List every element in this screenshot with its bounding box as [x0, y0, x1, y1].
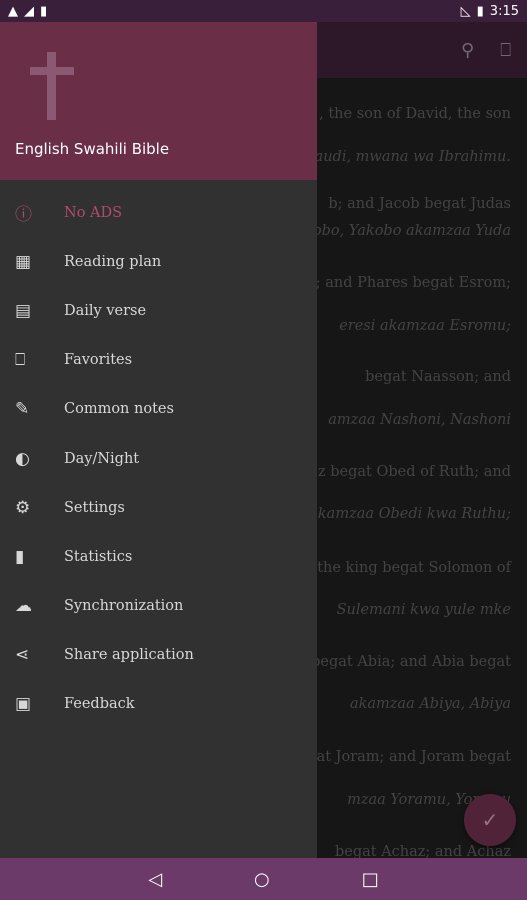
drawer-item-label: No ADS — [64, 204, 123, 221]
drawer-item-no-ads[interactable]: ⓘ No ADS — [0, 188, 317, 237]
status-right: ◺ ▮ 3:15 — [461, 4, 519, 19]
drawer-title: English Swahili Bible — [15, 140, 170, 158]
no-sim-icon: ◢ — [24, 3, 34, 19]
drawer-item-label: Share application — [64, 647, 194, 664]
battery-icon: ▮ — [476, 3, 484, 19]
navigation-drawer: English Swahili Bible ⓘ No ADS ▦ Reading pl… — [0, 22, 317, 858]
drawer-scrim[interactable] — [317, 22, 527, 858]
drawer-item-label: Statistics — [64, 548, 133, 565]
drawer-item-day-night[interactable]: ◐ Day/Night — [0, 434, 317, 483]
drawer-item-label: Favorites — [64, 352, 133, 369]
gear-icon: ⚙ — [15, 497, 31, 518]
status-time: 3:15 — [489, 3, 519, 19]
drawer-item-common-notes[interactable]: ✎ Common notes — [0, 385, 317, 434]
drawer-item-reading-plan[interactable]: ▦ Reading plan — [0, 237, 317, 286]
system-nav-bar: ◁ ○ □ — [0, 858, 527, 900]
drawer-item-feedback[interactable]: ▣ Feedback — [0, 680, 317, 729]
status-bar: ▲ ◢ ▮ ◺ ▮ 3:15 — [0, 0, 527, 22]
drawer-item-label: Synchronization — [64, 598, 184, 615]
drawer-item-label: Daily verse — [64, 302, 147, 319]
share-icon: ⋖ — [15, 645, 30, 666]
bar-chart-icon: ▮ — [15, 546, 25, 567]
edit-icon: ✎ — [15, 399, 30, 420]
feedback-icon: ▣ — [15, 694, 32, 715]
status-left-icons: ▲ ◢ ▮ — [8, 4, 47, 19]
drawer-item-label: Feedback — [64, 696, 135, 713]
sd-card-icon: ▮ — [40, 3, 48, 19]
drawer-menu: ⓘ No ADS ▦ Reading plan ▤ Daily verse ⎕ Favorit… — [0, 180, 317, 729]
drawer-item-share-application[interactable]: ⋖ Share application — [0, 631, 317, 680]
info-icon: ⓘ — [15, 205, 32, 226]
cloud-upload-icon: ☁ — [15, 596, 32, 617]
drawer-item-label: Settings — [64, 499, 125, 516]
drawer-item-label: Reading plan — [64, 253, 162, 270]
drawer-item-synchronization[interactable]: ☁ Synchronization — [0, 582, 317, 631]
home-icon[interactable]: ○ — [254, 869, 270, 890]
warning-icon: ▲ — [8, 3, 18, 19]
drawer-header: English Swahili Bible — [0, 22, 317, 180]
news-icon: ▤ — [15, 300, 32, 321]
bookmark-icon: ⎕ — [15, 350, 26, 371]
signal-icon: ◺ — [460, 3, 471, 19]
drawer-item-daily-verse[interactable]: ▤ Daily verse — [0, 286, 317, 335]
cross-icon — [30, 52, 74, 120]
drawer-item-label: Common notes — [64, 401, 174, 418]
brightness-icon: ◐ — [15, 448, 30, 469]
calendar-icon: ▦ — [15, 251, 32, 272]
drawer-item-favorites[interactable]: ⎕ Favorites — [0, 336, 317, 385]
recents-icon[interactable]: □ — [362, 869, 379, 890]
drawer-item-label: Day/Night — [64, 450, 140, 467]
drawer-item-settings[interactable]: ⚙ Settings — [0, 483, 317, 532]
back-icon[interactable]: ◁ — [148, 869, 162, 890]
drawer-item-statistics[interactable]: ▮ Statistics — [0, 532, 317, 581]
